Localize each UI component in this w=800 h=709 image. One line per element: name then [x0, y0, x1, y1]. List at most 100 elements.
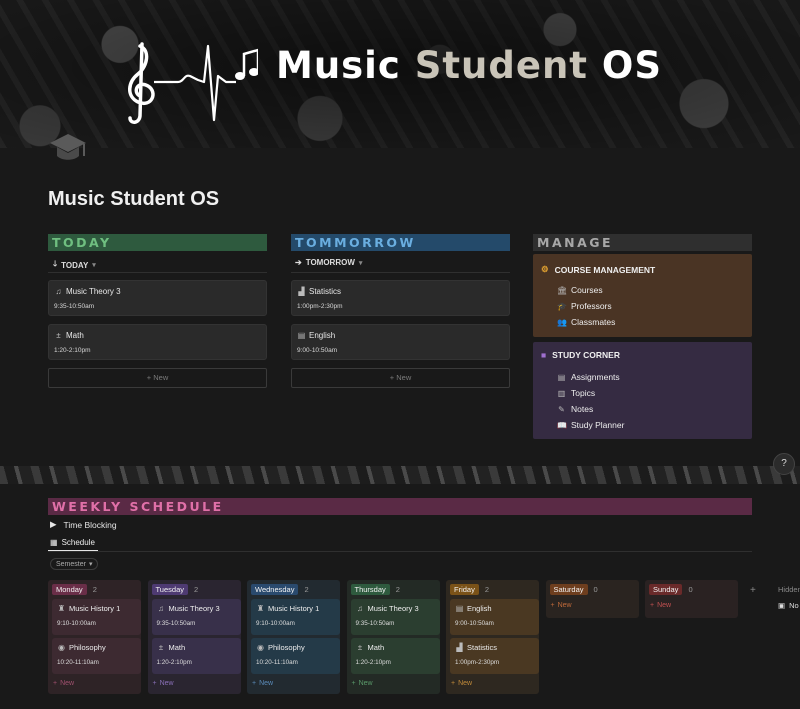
classmates-link[interactable]: 👥 Classmates: [557, 317, 615, 327]
books-icon: ▥: [557, 388, 566, 398]
schedule-card[interactable]: ◉ Philosophy 10:20-11:10am: [251, 638, 340, 674]
schedule-card[interactable]: ◉ Philosophy 10:20-11:10am: [52, 638, 141, 674]
tomorrow-view-tab[interactable]: ➔ TOMORROW ▾: [295, 258, 362, 267]
building-icon: 🏛: [557, 285, 568, 295]
schedule-card[interactable]: ▤ English 9:00-10:50am: [450, 599, 539, 635]
tab-divider: [48, 551, 752, 552]
schedule-card-title: Philosophy: [268, 643, 305, 652]
schedule-card-title: Music Theory 3: [367, 604, 419, 613]
schedule-tab[interactable]: ▦ Schedule: [50, 538, 95, 547]
topics-link[interactable]: ▥ Topics: [557, 388, 595, 398]
schedule-card[interactable]: ▟ Statistics 1:00pm-2:30pm: [450, 638, 539, 674]
day-tag: Tuesday: [151, 584, 188, 595]
board-column-header[interactable]: Friday 2: [450, 584, 489, 595]
add-card-button[interactable]: + New: [252, 680, 273, 687]
schedule-card-title: Music Theory 3: [168, 604, 220, 613]
graduation-cap-icon[interactable]: [48, 130, 88, 166]
add-card-button[interactable]: + New: [53, 680, 74, 687]
courses-link[interactable]: 🏛 Courses: [557, 285, 603, 295]
manage-heading: MANAGE: [533, 234, 752, 251]
course-management-heading[interactable]: ⚙ COURSE MANAGEMENT: [541, 264, 655, 275]
board-column-sunday: Sunday 0 + New: [645, 580, 738, 618]
schedule-card[interactable]: ♜ Music History 1 9:10-10:00am: [52, 599, 141, 635]
banner-title: Music Student OS: [276, 44, 662, 87]
add-card-button[interactable]: + New: [352, 680, 373, 687]
schedule-card-title-row: ♫ Music Theory 3: [356, 604, 419, 613]
violin-icon: ♜: [256, 604, 265, 613]
tomorrow-new-label: New: [396, 373, 412, 382]
schedule-card-title-row: ▟ Statistics: [455, 643, 497, 652]
board-column-saturday: Saturday 0 + New: [545, 580, 639, 618]
today-new-button[interactable]: + New: [48, 368, 267, 388]
add-card-button[interactable]: + New: [650, 602, 671, 609]
hidden-group-label: No: [789, 601, 799, 610]
board-column-header[interactable]: Saturday 0: [549, 584, 598, 595]
plus-icon: +: [53, 680, 58, 687]
chevron-down-icon: ▾: [358, 259, 363, 267]
study-corner-heading[interactable]: ■ STUDY CORNER: [541, 350, 620, 360]
plus-icon: +: [389, 373, 395, 382]
add-card-button[interactable]: + New: [451, 680, 472, 687]
study-planner-link[interactable]: 📖 Study Planner: [557, 420, 624, 430]
schedule-card[interactable]: ± Math 1:20-2:10pm: [151, 638, 241, 674]
tomorrow-card-title: English: [309, 331, 336, 340]
add-group-button[interactable]: +: [750, 585, 756, 596]
bookmark-icon: ■: [541, 350, 547, 360]
schedule-card[interactable]: ± Math 1:20-2:10pm: [350, 638, 440, 674]
today-card-2[interactable]: ± Math 1:20-2:10pm: [48, 324, 267, 360]
schedule-card-title: Music History 1: [69, 604, 121, 613]
schedule-card-time: 1:00pm-2:30pm: [455, 659, 500, 666]
schedule-card[interactable]: ♫ Music Theory 3 9:35-10:50am: [350, 599, 440, 635]
tomorrow-heading: TOMMORROW: [291, 234, 510, 251]
add-card-button[interactable]: + New: [153, 680, 174, 687]
today-card-title: Music Theory 3: [66, 287, 121, 296]
tomorrow-new-button[interactable]: + New: [291, 368, 510, 388]
board-column-header[interactable]: Thursday 2: [350, 584, 400, 595]
day-count: 0: [593, 585, 598, 594]
schedule-card-title-row: ± Math: [356, 643, 384, 652]
treble-clef-heartbeat-logo: [128, 42, 258, 124]
assignments-link[interactable]: ▤ Assignments: [557, 372, 620, 382]
schedule-card-title-row: ◉ Philosophy: [256, 643, 305, 652]
study-corner-title: STUDY CORNER: [552, 350, 620, 360]
schedule-card-title: Statistics: [467, 643, 498, 652]
today-card-title: Math: [66, 331, 84, 340]
today-card-1[interactable]: ♫ Music Theory 3 9:35-10:50am: [48, 280, 267, 316]
schedule-card-title-row: ± Math: [157, 643, 185, 652]
schedule-card[interactable]: ♫ Music Theory 3 9:35-10:50am: [151, 599, 241, 635]
schedule-card-title: Philosophy: [69, 643, 106, 652]
thinker-icon: ◉: [257, 643, 264, 652]
schedule-card-time: 9:10-10:00am: [256, 620, 295, 627]
board-column-header[interactable]: Tuesday 2: [151, 584, 198, 595]
schedule-card[interactable]: ♜ Music History 1 9:10-10:00am: [251, 599, 340, 635]
day-tag: Saturday: [549, 584, 588, 595]
add-card-button[interactable]: + New: [551, 602, 572, 609]
schedule-card-time: 1:20-2:10pm: [156, 659, 192, 666]
today-view-tab[interactable]: 🡓 TODAY ▾: [53, 258, 96, 272]
music-note-icon: ♫: [158, 604, 164, 613]
plus-icon: +: [451, 680, 456, 687]
semester-filter[interactable]: Semester ▾: [50, 558, 99, 570]
hidden-group-item[interactable]: ▣ No: [778, 601, 799, 610]
today-view-label: TODAY: [61, 260, 89, 270]
today-card-time: 1:20-2:10pm: [54, 347, 91, 354]
help-button[interactable]: ?: [773, 453, 795, 475]
professors-link[interactable]: 🎓 Professors: [557, 301, 612, 311]
plus-icon: +: [252, 680, 257, 687]
topics-label: Topics: [571, 388, 596, 398]
people-icon: 👥: [557, 317, 567, 327]
time-blocking-toggle[interactable]: ▶ Time Blocking: [50, 519, 117, 530]
chevron-down-icon: ▾: [88, 561, 93, 568]
board-column-header[interactable]: Sunday 0: [649, 584, 693, 595]
tomorrow-card-2[interactable]: ▤ English 9:00-10:50am: [291, 324, 510, 360]
board-column-header[interactable]: Wednesday 2: [251, 584, 309, 595]
tomorrow-card-time: 9:00-10:50am: [297, 347, 338, 354]
schedule-card-title-row: ♜ Music History 1: [57, 604, 120, 613]
tomorrow-card-1[interactable]: ▟ Statistics 1:00pm-2:30pm: [291, 280, 510, 316]
banner-title-part3: OS: [601, 44, 662, 87]
triangle-right-icon: ▶: [50, 519, 57, 529]
schedule-card-title-row: ♜ Music History 1: [256, 604, 319, 613]
board-column-header[interactable]: Monday 2: [52, 584, 97, 595]
notes-link[interactable]: ✎ Notes: [557, 404, 593, 414]
weekly-schedule-heading: WEEKLY SCHEDULE: [48, 498, 752, 515]
